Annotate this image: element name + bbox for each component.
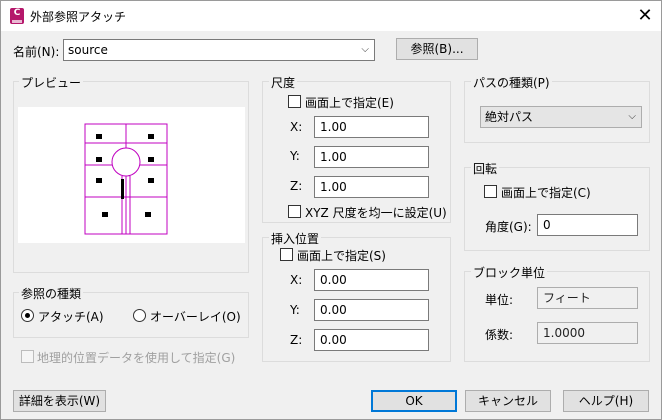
block-unit-title: ブロック単位 [471, 264, 548, 281]
preview-canvas [18, 107, 245, 243]
scale-x-field[interactable]: 1.00 [314, 116, 429, 138]
chevron-down-icon: ⌵ [361, 44, 369, 55]
overlay-label: オーバーレイ(O) [150, 310, 241, 324]
help-button[interactable]: ヘルプ(H) [563, 390, 649, 412]
preview-drawing [84, 123, 168, 235]
path-type-title: パスの種類(P) [471, 74, 552, 91]
insertion-z-label: Z: [290, 333, 303, 347]
insertion-y-label: Y: [290, 303, 300, 317]
scale-y-label: Y: [290, 149, 300, 163]
scale-on-screen-label: 画面上で指定(E) [305, 96, 394, 110]
details-button[interactable]: 詳細を表示(W) [13, 390, 106, 412]
reference-type-title: 参照の種類 [19, 285, 84, 302]
insertion-z-field[interactable]: 0.00 [314, 329, 429, 351]
xref-attach-dialog: C 外部参照アタッチ ✕ 名前(N): source ⌵ 参照(B)... プレ… [0, 0, 662, 420]
uniform-scale-label: XYZ 尺度を均一に設定(U) [305, 206, 447, 220]
attach-radio[interactable] [21, 309, 34, 322]
scale-z-label: Z: [290, 179, 303, 193]
factor-field: 1.0000 [537, 322, 638, 344]
name-label: 名前(N): [13, 45, 60, 59]
unit-label: 単位: [485, 293, 514, 307]
browse-button[interactable]: 参照(B)... [396, 38, 478, 60]
block-unit-group [464, 271, 650, 362]
scale-title: 尺度 [269, 74, 298, 91]
path-type-value: 絶対パス [485, 110, 534, 124]
window-title: 外部参照アタッチ [30, 10, 127, 24]
path-type-select[interactable]: 絶対パス ⌵ [480, 106, 642, 128]
ok-button[interactable]: OK [371, 390, 457, 412]
insertion-on-screen-checkbox[interactable] [280, 248, 293, 261]
insertion-x-label: X: [290, 273, 303, 287]
unit-field: フィート [537, 287, 638, 309]
name-combo[interactable]: source ⌵ [63, 39, 375, 61]
uniform-scale-checkbox[interactable] [288, 205, 301, 218]
app-icon: C [10, 8, 24, 24]
title-bar: C 外部参照アタッチ ✕ [1, 1, 661, 31]
insertion-y-field[interactable]: 0.00 [314, 299, 429, 321]
rotation-group [464, 167, 650, 251]
rotation-title: 回転 [471, 160, 500, 177]
insertion-title: 挿入位置 [269, 230, 322, 247]
rotation-on-screen-checkbox[interactable] [484, 185, 497, 198]
insertion-on-screen-label: 画面上で指定(S) [297, 249, 386, 263]
close-icon[interactable]: ✕ [633, 4, 657, 28]
scale-z-field[interactable]: 1.00 [314, 176, 429, 198]
scale-on-screen-checkbox[interactable] [288, 95, 301, 108]
angle-label: 角度(G): [485, 220, 532, 234]
rotation-on-screen-label: 画面上で指定(C) [501, 186, 591, 200]
angle-field[interactable]: 0 [537, 214, 638, 236]
attach-label: アタッチ(A) [38, 310, 104, 324]
scale-x-label: X: [290, 120, 303, 134]
preview-title: プレビュー [19, 74, 84, 91]
name-value: source [68, 43, 108, 57]
overlay-radio[interactable] [133, 309, 146, 322]
cancel-button[interactable]: キャンセル [465, 390, 551, 412]
insertion-x-field[interactable]: 0.00 [314, 269, 429, 291]
scale-y-field[interactable]: 1.00 [314, 146, 429, 168]
geo-label: 地理的位置データを使用して指定(G) [37, 351, 236, 365]
factor-label: 係数: [485, 328, 514, 342]
geo-checkbox[interactable] [21, 350, 34, 363]
chevron-down-icon: ⌵ [628, 111, 636, 122]
